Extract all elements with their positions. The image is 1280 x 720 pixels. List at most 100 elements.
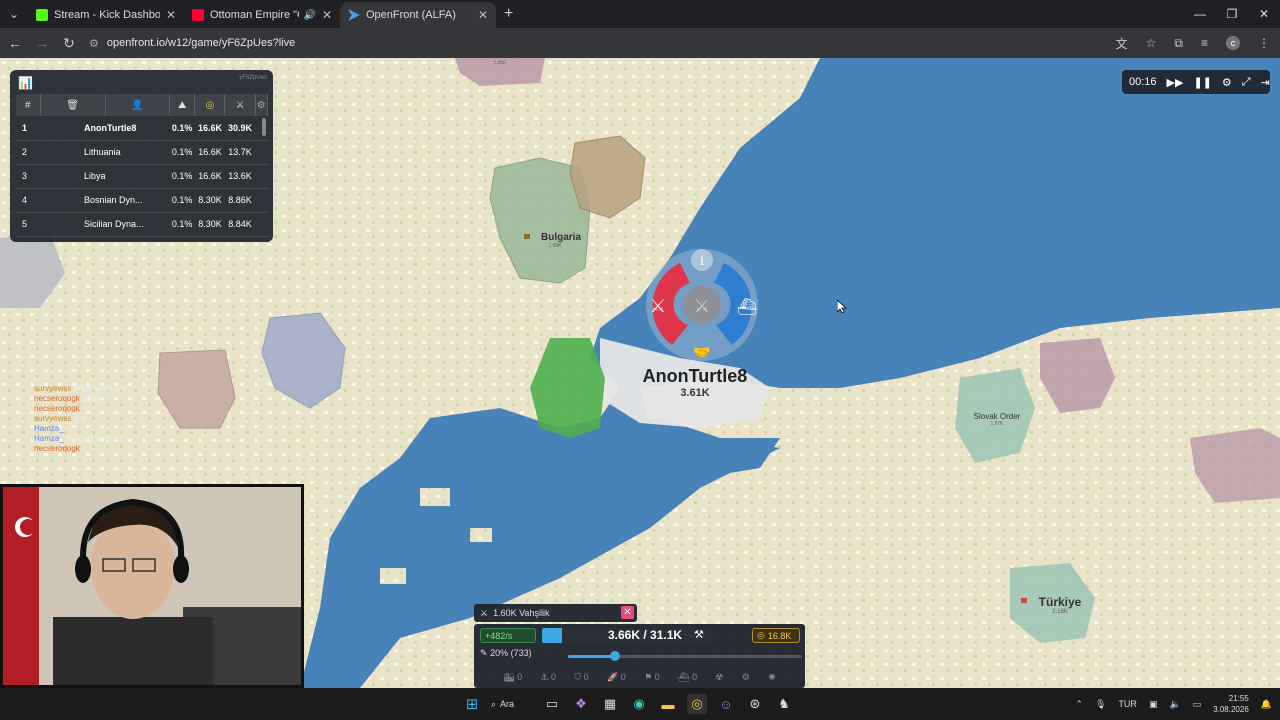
chat-text: galiba — [82, 394, 104, 403]
restore-icon[interactable]: ❐ — [1216, 0, 1248, 28]
mouse-cursor — [837, 300, 847, 314]
troops-icon: ⚔ — [480, 607, 489, 618]
gold-icon[interactable]: ◎ — [194, 94, 226, 116]
territory: 0.1% — [169, 116, 195, 141]
tab-openfront[interactable]: OpenFront (ALFA) ✕ — [340, 2, 496, 28]
leaderboard-row[interactable]: 2 Lithuania 0.1% 16.6K 13.7K — [16, 140, 268, 165]
build-missile-icon[interactable]: 🚀 0 — [607, 672, 626, 683]
cancel-attack-button[interactable]: ✕ — [621, 606, 634, 619]
network-icon[interactable]: ▣ — [1149, 699, 1158, 710]
leaderboard-row[interactable]: 1 AnonTurtle8 0.1% 16.6K 30.9K — [16, 116, 268, 141]
stream-chat-overlay: survyewss rahat rahat olur necseroqogk g… — [34, 384, 234, 454]
steam-icon[interactable]: ⊛ — [745, 694, 765, 714]
tray-overflow-icon[interactable]: ⌃ — [1075, 699, 1083, 710]
build-nuke-icon[interactable]: ☢ — [715, 672, 723, 683]
leaderboard-scrollbar[interactable] — [262, 118, 266, 136]
browser-menu-icon[interactable]: ⋮ — [1258, 36, 1270, 50]
bookmark-star-icon[interactable]: ☆ — [1146, 36, 1157, 50]
chrome-icon[interactable]: ◎ — [687, 694, 707, 714]
bar-chart-icon[interactable]: 📊 — [18, 76, 33, 90]
volume-icon[interactable]: 🔈 — [1169, 699, 1180, 710]
workers-icon[interactable]: ⚒ — [694, 628, 704, 641]
chat-user: Hamza_ — [34, 424, 64, 433]
exit-icon[interactable]: ⇥ — [1261, 76, 1270, 89]
trash-icon[interactable]: 🗑 — [40, 94, 106, 116]
tab-youtube[interactable]: Ottoman Empire "Ceddin D 🔊 ✕ — [184, 2, 340, 28]
slider-knob[interactable] — [609, 651, 620, 661]
task-view-icon[interactable]: ▭ — [542, 694, 562, 714]
leaderboard-row[interactable]: 3 Libya 0.1% 16.6K 13.6K — [16, 164, 268, 189]
copilot-icon[interactable]: ❖ — [571, 694, 591, 714]
taskbar-clock[interactable]: 21:55 3.08.2026 — [1213, 693, 1249, 715]
clock-date: 3.08.2026 — [1213, 705, 1249, 714]
media-icon[interactable]: ≡ — [1201, 36, 1208, 50]
file-explorer-icon[interactable]: ▬ — [658, 694, 678, 714]
leaderboard-row[interactable]: 4 Bosnian Dyn... 0.1% 8.30K 8.86K — [16, 188, 268, 213]
territory-sort-icon[interactable]: ⛰ — [169, 94, 196, 116]
forward-icon[interactable]: → — [30, 35, 54, 51]
rank-header: # — [16, 94, 41, 116]
close-tab-icon[interactable]: ✕ — [166, 8, 176, 22]
player-name: Libya — [40, 164, 170, 189]
gold: 16.6K — [194, 164, 225, 189]
extensions-icon[interactable]: ⧉ — [1174, 36, 1183, 51]
url-field[interactable]: ⚙ openfront.io/w12/game/yF6ZpUes?live — [89, 37, 295, 50]
taskbar-search[interactable]: ⌕ Ara — [491, 699, 533, 710]
close-tab-icon[interactable]: ✕ — [478, 8, 488, 22]
taskbar-apps: ⊞ ⌕ Ara ▭ ❖ ▦ ◉ ▬ ◎ ☺ ⊛ ♞ — [462, 688, 794, 720]
settings-icon[interactable]: ⚙ — [1222, 76, 1232, 89]
player-name: Bosnian Dyn... — [40, 188, 170, 213]
profile-avatar[interactable]: c — [1226, 36, 1240, 50]
input-language[interactable]: TUR — [1118, 699, 1137, 709]
player-icon[interactable]: 👤 — [105, 94, 170, 116]
chat-text: olur — [73, 414, 87, 423]
player-name: Lithuania — [40, 140, 170, 165]
windows-start-icon[interactable]: ⊞ — [462, 694, 482, 714]
build-defense-icon[interactable]: ⛉ 0 — [574, 672, 588, 683]
build-count: 0 — [517, 671, 523, 682]
build-port-icon[interactable]: ⚓ 0 — [540, 672, 556, 683]
leaderboard-row[interactable]: 5 Sicilian Dyna... 0.1% 8.30K 8.84K — [16, 212, 268, 237]
search-label: Ara — [500, 699, 515, 709]
troops-icon[interactable]: ⚔ — [224, 94, 256, 116]
fast-forward-icon[interactable]: ▶▶ — [1167, 76, 1184, 89]
gold: 8.30K — [194, 188, 225, 213]
speaker-icon[interactable]: 🔊 — [303, 10, 315, 21]
translate-icon[interactable]: 文 — [1116, 35, 1128, 52]
fullscreen-icon[interactable]: ⤢ — [1242, 76, 1251, 89]
territory: 0.1% — [169, 140, 195, 165]
island — [380, 568, 406, 584]
nation-name: Türkiye — [1038, 595, 1082, 609]
site-info-icon[interactable]: ⚙ — [89, 37, 99, 50]
minimize-icon[interactable]: — — [1184, 0, 1216, 28]
territory: 0.1% — [169, 164, 195, 189]
build-count: 0 — [654, 671, 660, 682]
build-sam-icon[interactable]: ⚑ 0 — [644, 672, 660, 683]
store-icon[interactable]: ▦ — [600, 694, 620, 714]
boat-icon: ⛴ — [737, 298, 757, 316]
build-city-icon[interactable]: 🏙 0 — [503, 672, 522, 683]
settings-gear-icon[interactable]: ⚙ — [255, 94, 268, 116]
attack-ratio-slider[interactable] — [568, 651, 802, 661]
leaderboard-table: # 🗑 👤 ⛰ ◎ ⚔ ⚙ 1 AnonTurtle8 0.1% 16.6K 3… — [16, 94, 268, 237]
discord-icon[interactable]: ☺ — [716, 694, 736, 714]
tab-search-icon[interactable]: ⌄ — [0, 0, 28, 28]
new-tab-button[interactable]: + — [504, 5, 513, 23]
build-warship-icon[interactable]: ⛴ 0 — [678, 672, 697, 683]
build-hydrogen-icon[interactable]: ✺ — [768, 672, 776, 683]
close-window-icon[interactable]: ✕ — [1248, 0, 1280, 28]
app-icon[interactable]: ♞ — [774, 694, 794, 714]
back-icon[interactable]: ← — [3, 35, 27, 51]
notifications-icon[interactable]: 🔔 — [1261, 699, 1272, 710]
pause-icon[interactable]: ❚❚ — [1193, 76, 1211, 89]
microphone-icon[interactable]: 🎙 — [1095, 699, 1106, 710]
chat-message: survyewss olur — [34, 414, 234, 424]
player-name: Sicilian Dyna... — [40, 212, 170, 237]
close-tab-icon[interactable]: ✕ — [322, 8, 332, 22]
reload-icon[interactable]: ↻ — [57, 35, 81, 52]
nation-label-bulgaria: Bulgaria 1.89K — [520, 232, 590, 249]
edge-icon[interactable]: ◉ — [629, 694, 649, 714]
build-factory-icon[interactable]: ⚙ — [742, 672, 750, 683]
tab-kick-dashboard[interactable]: Stream - Kick Dashboard ✕ — [28, 2, 184, 28]
battery-icon[interactable]: ▭ — [1193, 699, 1202, 710]
